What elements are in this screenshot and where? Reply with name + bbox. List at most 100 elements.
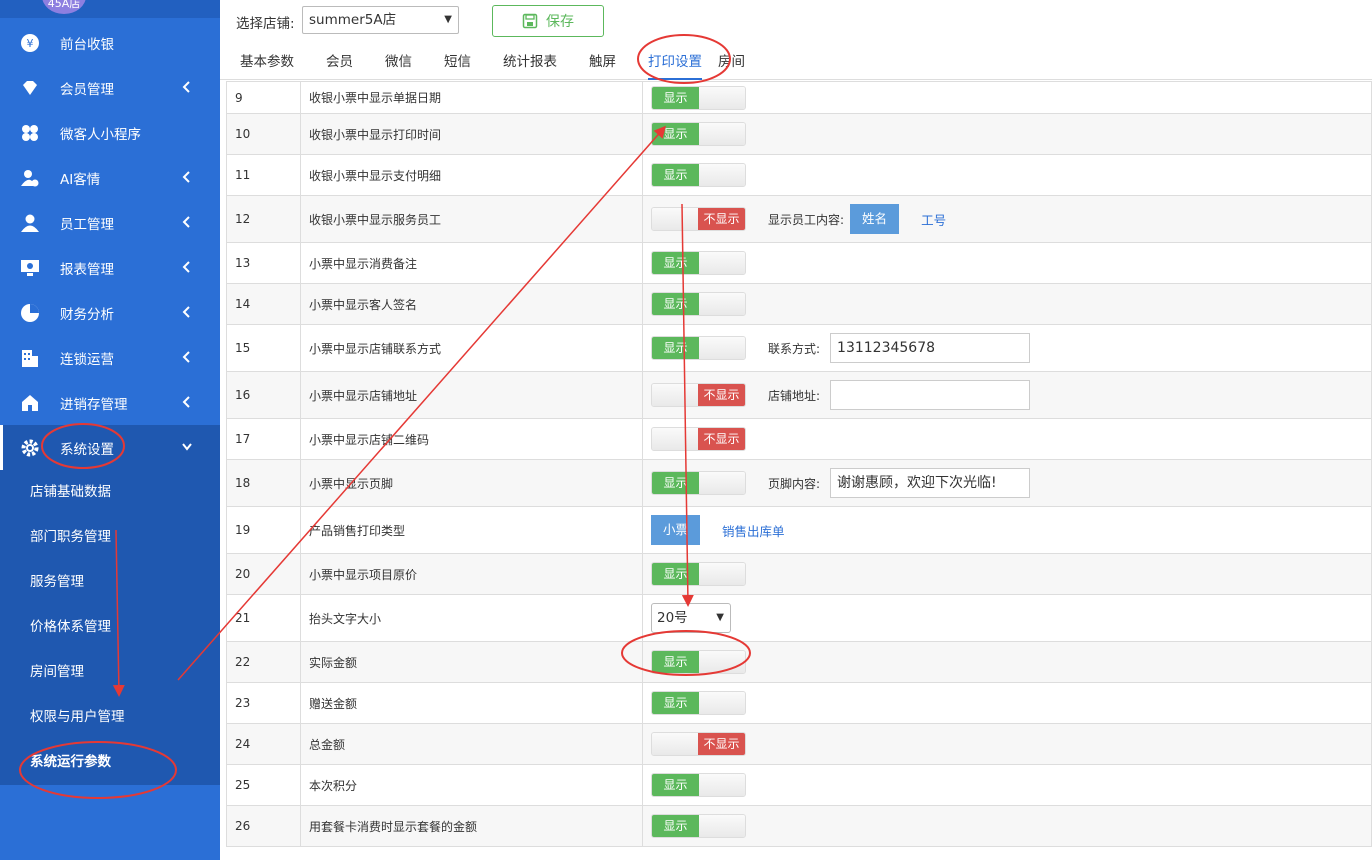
tab-basic[interactable]: 基本参数 (240, 44, 294, 80)
toggle-knob (652, 428, 698, 450)
show-toggle[interactable]: 不显示 (651, 207, 746, 231)
show-toggle[interactable]: 显示 (651, 773, 746, 797)
setting-control: 显示 (651, 773, 1371, 797)
row-number: 24 (226, 723, 301, 765)
extra-field-label: 显示员工内容: (768, 212, 845, 227)
option-name-button[interactable]: 姓名 (850, 204, 900, 234)
subnav-item-store-data[interactable]: 店铺基础数据 (0, 470, 220, 515)
sidebar-item-finance[interactable]: 财务分析 (0, 290, 220, 335)
sidebar-item-members[interactable]: 会员管理 (0, 65, 220, 110)
table-row: 18 小票中显示页脚 显示 页脚内容: 谢谢惠顾，欢迎下次光临! (226, 459, 1372, 507)
chevron-left-icon (182, 306, 190, 318)
sidebar-item-inventory[interactable]: 进销存管理 (0, 380, 220, 425)
option-link[interactable]: 工号 (921, 210, 946, 229)
show-toggle[interactable]: 显示 (651, 251, 746, 275)
show-toggle[interactable]: 不显示 (651, 383, 746, 407)
sidebar-item-miniprogram[interactable]: 微客人小程序 (0, 110, 220, 155)
extra-field-input[interactable] (830, 380, 1031, 410)
toggle-on-label: 显示 (652, 164, 699, 186)
header-font-size-select[interactable]: 20号 ▼ (651, 603, 731, 633)
setting-control-cell: 显示 (642, 805, 1372, 847)
table-row: 21 抬头文字大小 20号 ▼ (226, 594, 1372, 642)
setting-name: 小票中显示页脚 (300, 459, 643, 507)
sidebar-item-settings[interactable]: 系统设置 (0, 425, 220, 470)
sidebar-item-reports[interactable]: 报表管理 (0, 245, 220, 290)
svg-text:¥: ¥ (27, 37, 34, 50)
chevron-left-icon (182, 216, 190, 228)
save-button[interactable]: 保存 (492, 5, 604, 37)
subnav-item-rooms[interactable]: 房间管理 (0, 650, 220, 695)
toggle-knob (699, 123, 745, 145)
show-toggle[interactable]: 显示 (651, 122, 746, 146)
tab-wechat[interactable]: 微信 (385, 44, 412, 80)
sidebar-item-staff[interactable]: 员工管理 (0, 200, 220, 245)
warehouse-icon (20, 393, 40, 413)
setting-control-cell: 显示 (642, 154, 1372, 196)
setting-control: 不显示 (651, 732, 1371, 756)
option-link[interactable]: 销售出库单 (722, 521, 785, 540)
setting-control: 显示 联系方式: 13112345678 (651, 333, 1371, 363)
show-toggle[interactable]: 不显示 (651, 732, 746, 756)
show-toggle[interactable]: 显示 (651, 292, 746, 316)
select-value: 20号 (657, 610, 688, 626)
row-number: 21 (226, 594, 301, 642)
toggle-on-label: 显示 (652, 815, 699, 837)
tab-member[interactable]: 会员 (326, 44, 353, 80)
setting-name: 小票中显示客人签名 (300, 283, 643, 325)
show-toggle[interactable]: 显示 (651, 650, 746, 674)
show-toggle[interactable]: 显示 (651, 336, 746, 360)
store-select[interactable]: summer5A店 ▼ (302, 6, 459, 34)
sidebar-item-ai[interactable]: AI客情 (0, 155, 220, 200)
pie-chart-icon (20, 303, 40, 323)
tab-room[interactable]: 房间 (718, 44, 745, 80)
store-avatar[interactable]: 45A店 (42, 0, 86, 14)
setting-control: 不显示 店铺地址: (651, 380, 1371, 410)
toggle-off-label: 不显示 (698, 208, 745, 230)
table-row: 25 本次积分 显示 (226, 764, 1372, 806)
table-row: 14 小票中显示客人签名 显示 (226, 283, 1372, 325)
sidebar-header: 45A店 (0, 0, 220, 18)
store-select-label: 选择店铺: (236, 16, 295, 32)
extra-field-input[interactable]: 13112345678 (830, 333, 1031, 363)
toggle-knob (652, 384, 698, 406)
setting-name: 小票中显示消费备注 (300, 242, 643, 284)
table-row: 19 产品销售打印类型 小票 销售出库单 (226, 506, 1372, 554)
subnav-item-pricing[interactable]: 价格体系管理 (0, 605, 220, 650)
show-toggle[interactable]: 不显示 (651, 427, 746, 451)
sidebar-item-label: 连锁运营 (60, 351, 114, 368)
table-row: 13 小票中显示消费备注 显示 (226, 242, 1372, 284)
subnav-item-services[interactable]: 服务管理 (0, 560, 220, 605)
show-toggle[interactable]: 显示 (651, 691, 746, 715)
table-row: 23 赠送金额 显示 (226, 682, 1372, 724)
chevron-left-icon (182, 81, 190, 93)
user-heart-icon (20, 168, 40, 188)
type-receipt-button[interactable]: 小票 (651, 515, 701, 545)
show-toggle[interactable]: 显示 (651, 814, 746, 838)
row-number: 25 (226, 764, 301, 806)
sidebar-item-label: 会员管理 (60, 81, 114, 98)
show-toggle[interactable]: 显示 (651, 163, 746, 187)
show-toggle[interactable]: 显示 (651, 85, 746, 110)
toggle-knob (699, 774, 745, 796)
setting-control: 显示 (651, 122, 1371, 146)
subnav-item-system-params[interactable]: 系统运行参数 (0, 740, 220, 785)
show-toggle[interactable]: 显示 (651, 471, 746, 495)
user-icon (20, 213, 40, 233)
subnav-item-permissions[interactable]: 权限与用户管理 (0, 695, 220, 740)
sidebar-item-cashier[interactable]: ¥ 前台收银 (0, 20, 220, 65)
extra-field-input[interactable]: 谢谢惠顾，欢迎下次光临! (830, 468, 1031, 498)
tab-stats[interactable]: 统计报表 (503, 44, 557, 80)
setting-name: 本次积分 (300, 764, 643, 806)
toggle-on-label: 显示 (652, 123, 699, 145)
toggle-knob (699, 252, 745, 274)
gear-icon (20, 438, 40, 458)
tab-touch[interactable]: 触屏 (589, 44, 616, 80)
sidebar-nav: ¥ 前台收银 会员管理 微客人小程序 AI客情 员工管理 报表管理 财务分析 连… (0, 20, 220, 785)
table-row: 11 收银小票中显示支付明细 显示 (226, 154, 1372, 196)
settings-tabs: 基本参数 会员 微信 短信 统计报表 触屏 打印设置 房间 (220, 44, 745, 80)
show-toggle[interactable]: 显示 (651, 562, 746, 586)
sidebar-item-chain[interactable]: 连锁运营 (0, 335, 220, 380)
subnav-item-departments[interactable]: 部门职务管理 (0, 515, 220, 560)
tab-sms[interactable]: 短信 (444, 44, 471, 80)
tab-print[interactable]: 打印设置 (648, 44, 702, 80)
